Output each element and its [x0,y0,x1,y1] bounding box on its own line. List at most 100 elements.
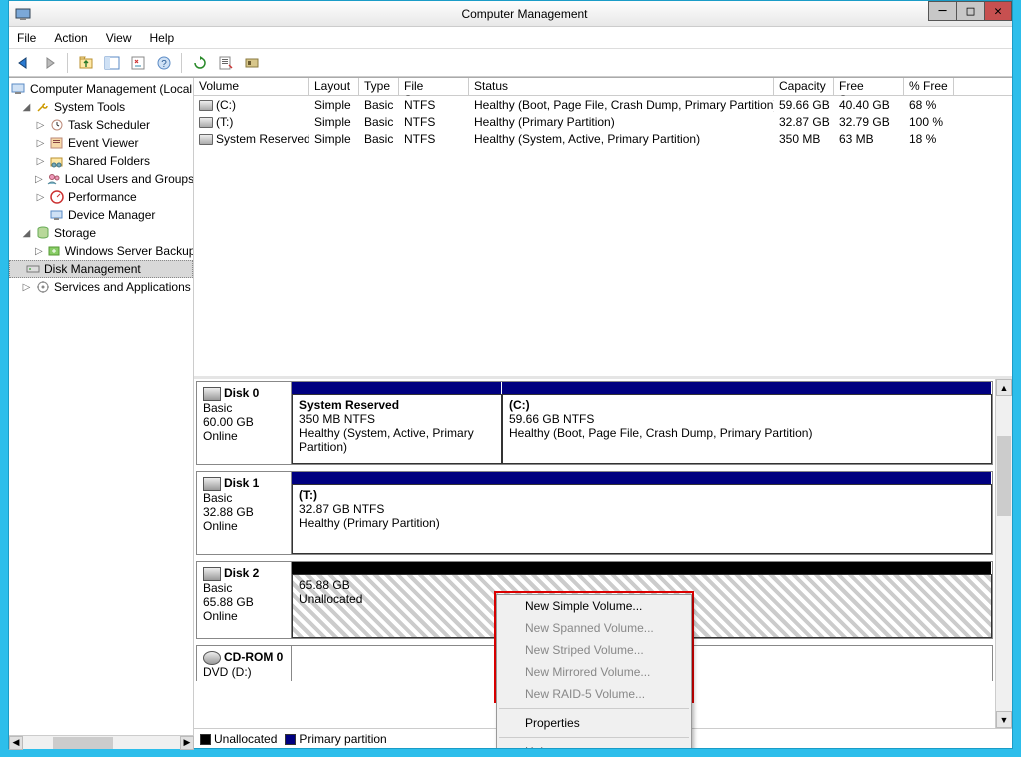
partition-t[interactable]: (T:) 32.87 GB NTFS Healthy (Primary Part… [292,484,992,554]
tree-disk-management[interactable]: Disk Management [9,260,193,278]
col-type[interactable]: Type [359,78,399,95]
menu-bar: File Action View Help [9,27,1012,49]
vertical-scrollbar[interactable]: ▲ ▼ [995,379,1012,728]
tree-root[interactable]: Computer Management (Local [9,80,193,98]
disk-info[interactable]: Disk 1 Basic 32.88 GB Online [197,472,292,554]
storage-icon [35,225,51,241]
back-button[interactable] [13,52,35,74]
tree-shared-folders[interactable]: ▷Shared Folders [9,152,193,170]
titlebar: Computer Management ─ □ ✕ [9,1,1012,27]
ctx-properties[interactable]: Properties [497,712,691,734]
folder-share-icon [49,153,65,169]
collapse-icon[interactable]: ◢ [21,102,32,113]
tree-event-viewer[interactable]: ▷Event Viewer [9,134,193,152]
tree-local-users[interactable]: ▷Local Users and Groups [9,170,193,188]
col-pctfree[interactable]: % Free [904,78,954,95]
tree-performance[interactable]: ▷Performance [9,188,193,206]
partition-system-reserved[interactable]: System Reserved 350 MB NTFS Healthy (Sys… [292,394,502,464]
tree-system-tools[interactable]: ◢System Tools [9,98,193,116]
computer-icon [11,81,27,97]
ctx-help[interactable]: Help [497,741,691,748]
col-layout[interactable]: Layout [309,78,359,95]
expand-icon[interactable]: ▷ [35,156,46,167]
expand-icon[interactable]: ▷ [35,120,46,131]
show-hide-tree-button[interactable] [101,52,123,74]
col-freespace[interactable]: Free Space [834,78,904,95]
tree-horizontal-scrollbar[interactable]: ◀ ▶ [9,735,194,749]
disk-row[interactable]: Disk 1 Basic 32.88 GB Online (T:) 32.87 … [196,471,993,555]
tree-storage[interactable]: ◢Storage [9,224,193,242]
computer-management-window: Computer Management ─ □ ✕ File Action Vi… [8,0,1013,749]
svg-text:?: ? [161,59,167,70]
menu-file[interactable]: File [15,29,38,47]
expand-icon[interactable]: ▷ [35,192,46,203]
toolbar-separator [67,53,69,73]
disk-info[interactable]: CD-ROM 0 DVD (D:) [197,646,292,681]
col-volume[interactable]: Volume [194,78,309,95]
ctx-new-striped-volume[interactable]: New Striped Volume... [497,639,691,661]
menu-help[interactable]: Help [148,29,177,47]
settings-button[interactable] [215,52,237,74]
scroll-thumb[interactable] [53,737,113,749]
help-button[interactable]: ? [153,52,175,74]
disk-icon [25,261,41,277]
tree-task-scheduler[interactable]: ▷Task Scheduler [9,116,193,134]
forward-button[interactable] [39,52,61,74]
volume-row[interactable]: (C:) Simple Basic NTFS Healthy (Boot, Pa… [194,96,1012,113]
expand-icon[interactable]: ▷ [35,174,43,185]
volume-list[interactable]: (C:) Simple Basic NTFS Healthy (Boot, Pa… [194,96,1012,376]
drive-icon [199,117,213,128]
clock-icon [49,117,65,133]
backup-icon [46,243,62,259]
expand-icon[interactable]: ▷ [35,246,43,257]
disk-icon [203,567,221,581]
tree-device-manager[interactable]: Device Manager [9,206,193,224]
legend-swatch-primary [285,734,296,745]
extra-button[interactable] [241,52,263,74]
volume-row[interactable]: System Reserved Simple Basic NTFS Health… [194,130,1012,147]
ctx-new-simple-volume[interactable]: New Simple Volume... [497,595,691,617]
collapse-icon[interactable]: ◢ [21,228,32,239]
tree-services-applications[interactable]: ▷Services and Applications [9,278,193,296]
drive-icon [199,100,213,111]
disk-info[interactable]: Disk 0 Basic 60.00 GB Online [197,382,292,464]
maximize-button[interactable]: □ [956,1,984,21]
scroll-right-icon[interactable]: ▶ [180,736,194,750]
col-filesystem[interactable]: File System [399,78,469,95]
window-title: Computer Management [37,7,1012,21]
navigation-tree[interactable]: Computer Management (Local ◢System Tools… [9,78,194,748]
menu-action[interactable]: Action [52,29,89,47]
scroll-left-icon[interactable]: ◀ [9,736,23,750]
toolbar-separator [181,53,183,73]
toolbar: ? [9,49,1012,77]
minimize-button[interactable]: ─ [928,1,956,21]
scroll-thumb[interactable] [997,436,1011,516]
volume-list-header: Volume Layout Type File System Status Ca… [194,78,1012,96]
close-button[interactable]: ✕ [984,1,1012,21]
up-button[interactable] [75,52,97,74]
performance-icon [49,189,65,205]
partition-c[interactable]: (C:) 59.66 GB NTFS Healthy (Boot, Page F… [502,394,992,464]
app-icon [15,6,31,22]
col-status[interactable]: Status [469,78,774,95]
expand-icon[interactable]: ▷ [21,282,32,293]
col-capacity[interactable]: Capacity [774,78,834,95]
volume-row[interactable]: (T:) Simple Basic NTFS Healthy (Primary … [194,113,1012,130]
tree-windows-server-backup[interactable]: ▷Windows Server Backup [9,242,193,260]
disk-info[interactable]: Disk 2 Basic 65.88 GB Online [197,562,292,638]
expand-icon[interactable]: ▷ [35,138,46,149]
ctx-new-raid5-volume[interactable]: New RAID-5 Volume... [497,683,691,705]
ctx-new-mirrored-volume[interactable]: New Mirrored Volume... [497,661,691,683]
refresh-button[interactable] [189,52,211,74]
scroll-down-icon[interactable]: ▼ [996,711,1012,728]
device-icon [49,207,65,223]
legend-swatch-unallocated [200,734,211,745]
ctx-separator [499,708,689,709]
properties-button[interactable] [127,52,149,74]
disk-row[interactable]: Disk 0 Basic 60.00 GB Online System Rese… [196,381,993,465]
disk-icon [203,477,221,491]
scroll-up-icon[interactable]: ▲ [996,379,1012,396]
ctx-new-spanned-volume[interactable]: New Spanned Volume... [497,617,691,639]
menu-view[interactable]: View [104,29,134,47]
context-menu: New Simple Volume... New Spanned Volume.… [496,594,692,748]
